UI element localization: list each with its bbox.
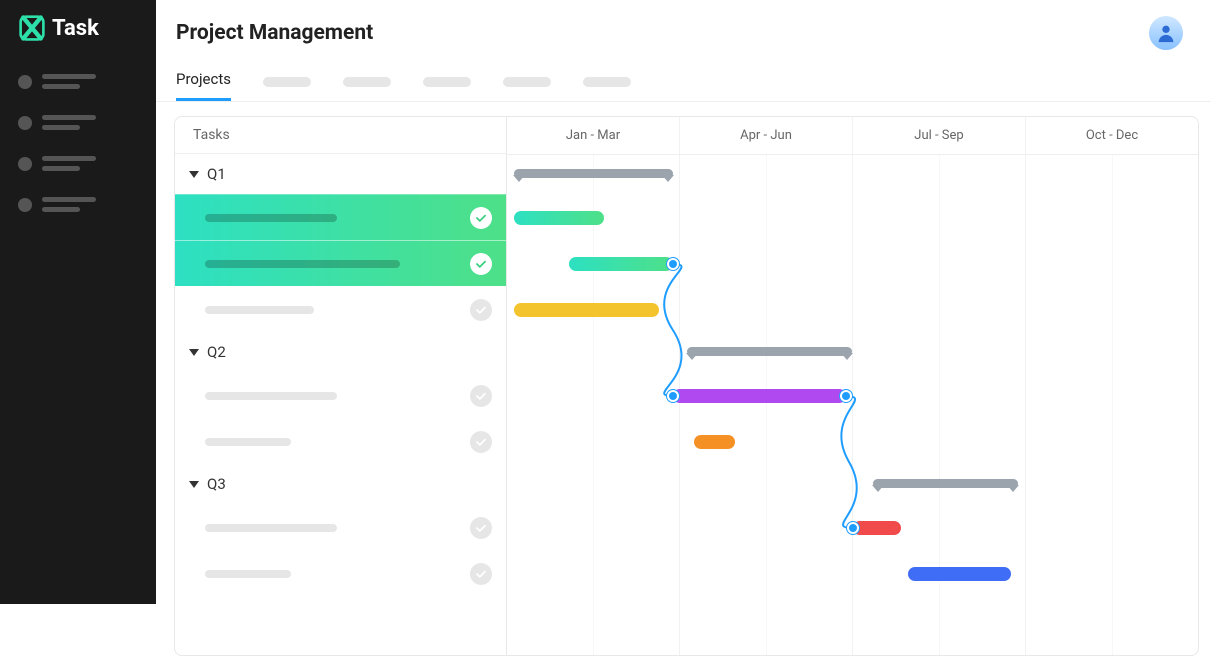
summary-bar[interactable]: [687, 347, 853, 356]
nav-dot-icon: [18, 116, 32, 130]
task-name-placeholder: [205, 392, 337, 400]
tasks-column: Tasks Q1 Q2 Q3: [175, 117, 507, 655]
tab-placeholder[interactable]: [263, 77, 311, 87]
task-name-placeholder: [205, 524, 337, 532]
gantt-bar[interactable]: [694, 435, 735, 449]
group-name: Q1: [207, 165, 226, 183]
sidebar-item[interactable]: [18, 197, 138, 212]
timeline-quarter-header: Oct - Dec: [1025, 117, 1198, 154]
tab-placeholder[interactable]: [583, 77, 631, 87]
task-row[interactable]: [175, 240, 506, 286]
app-logo[interactable]: Task: [0, 14, 156, 66]
nav-dot-icon: [18, 75, 32, 89]
task-status-icon[interactable]: [470, 517, 492, 539]
gantt-bar[interactable]: [514, 303, 659, 317]
task-name-placeholder: [205, 570, 291, 578]
dependency-handle[interactable]: [840, 390, 852, 402]
task-row[interactable]: [175, 550, 506, 596]
nav-sidebar: Task: [0, 0, 156, 604]
group-header[interactable]: Q3: [175, 464, 506, 504]
task-status-icon[interactable]: [470, 563, 492, 585]
group-name: Q2: [207, 343, 226, 361]
logo-icon: [18, 14, 46, 42]
dependency-handle[interactable]: [667, 390, 679, 402]
group-name: Q3: [207, 475, 226, 493]
task-row[interactable]: [175, 194, 506, 240]
task-status-icon[interactable]: [470, 299, 492, 321]
task-row[interactable]: [175, 372, 506, 418]
task-row[interactable]: [175, 504, 506, 550]
timeline-quarter-header: Jul - Sep: [852, 117, 1025, 154]
task-name-placeholder: [205, 438, 291, 446]
dependency-handle[interactable]: [847, 522, 859, 534]
sidebar-item[interactable]: [18, 115, 138, 130]
task-status-icon[interactable]: [470, 207, 492, 229]
nav-dot-icon: [18, 157, 32, 171]
task-status-icon[interactable]: [470, 385, 492, 407]
tab-placeholder[interactable]: [343, 77, 391, 87]
task-status-icon[interactable]: [470, 431, 492, 453]
tab-placeholder[interactable]: [423, 77, 471, 87]
group-header[interactable]: Q1: [175, 154, 506, 194]
summary-bar[interactable]: [514, 169, 673, 178]
gantt-bar[interactable]: [514, 211, 604, 225]
page-title: Project Management: [176, 21, 373, 45]
timeline-quarter-header: Apr - Jun: [679, 117, 852, 154]
gantt-bar[interactable]: [673, 389, 846, 403]
gantt-panel: Tasks Q1 Q2 Q3 Jan - MarApr - JunJul - S…: [174, 116, 1199, 656]
dependency-handle[interactable]: [667, 258, 679, 270]
task-row[interactable]: [175, 286, 506, 332]
task-status-icon[interactable]: [470, 253, 492, 275]
caret-down-icon: [189, 171, 199, 178]
app-name: Task: [52, 16, 99, 41]
timeline-quarter-header: Jan - Mar: [507, 117, 679, 154]
task-name-placeholder: [205, 306, 314, 314]
gantt-bar[interactable]: [853, 521, 901, 535]
group-header[interactable]: Q2: [175, 332, 506, 372]
summary-bar[interactable]: [873, 479, 1018, 488]
tasks-column-header: Tasks: [175, 117, 506, 154]
tab-bar: Projects: [156, 62, 1211, 102]
task-name-placeholder: [205, 260, 400, 268]
task-name-placeholder: [205, 214, 337, 222]
caret-down-icon: [189, 481, 199, 488]
tab-projects[interactable]: Projects: [176, 62, 231, 101]
caret-down-icon: [189, 349, 199, 356]
timeline-column: Jan - MarApr - JunJul - SepOct - Dec: [507, 117, 1198, 655]
user-avatar[interactable]: [1149, 16, 1183, 50]
gantt-bar[interactable]: [908, 567, 1012, 581]
sidebar-item[interactable]: [18, 156, 138, 171]
nav-dot-icon: [18, 198, 32, 212]
gantt-bar[interactable]: [569, 257, 673, 271]
tab-placeholder[interactable]: [503, 77, 551, 87]
task-row[interactable]: [175, 418, 506, 464]
sidebar-item[interactable]: [18, 74, 138, 89]
